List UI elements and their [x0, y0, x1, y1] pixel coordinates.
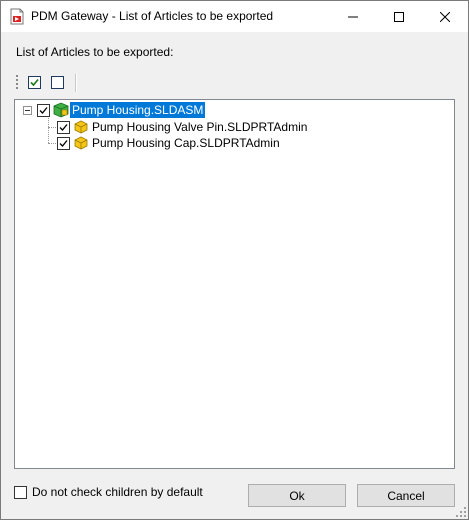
part-icon	[74, 120, 88, 134]
tree-node-label[interactable]: Pump Housing Cap.SLDPRTAdmin	[90, 135, 282, 151]
toolbar-grip-icon[interactable]	[16, 75, 18, 91]
checkmark-icon	[59, 139, 68, 147]
child-checkbox[interactable]	[57, 120, 70, 134]
tree-node-root[interactable]: Pump Housing.SLDASM	[37, 102, 206, 118]
child-checkbox[interactable]	[57, 136, 70, 150]
pdm-gateway-app-icon	[10, 8, 24, 25]
checked-checkbox-icon	[28, 76, 41, 89]
tree-node-label[interactable]: Pump Housing.SLDASM	[70, 102, 206, 118]
checkmark-icon	[39, 106, 48, 114]
close-icon	[440, 11, 450, 22]
no-check-children-option[interactable]: Do not check children by default	[14, 485, 203, 499]
part-icon	[74, 136, 88, 150]
check-all-button[interactable]	[27, 75, 43, 91]
articles-tree[interactable]: Pump Housing.SLDASM Pump Housing Valve P…	[14, 99, 455, 469]
maximize-button[interactable]	[376, 1, 422, 32]
tree-node-child[interactable]: Pump Housing Valve Pin.SLDPRTAdmin	[57, 119, 309, 135]
ok-button[interactable]: Ok	[248, 484, 346, 507]
close-button[interactable]	[422, 1, 468, 32]
tree-connector-line	[48, 116, 49, 143]
uncheck-all-button[interactable]	[50, 75, 66, 91]
toolbar-separator	[75, 74, 77, 92]
tree-toolbar	[13, 71, 83, 95]
maximize-icon	[394, 11, 404, 22]
minimize-icon	[348, 16, 358, 17]
checkmark-icon	[59, 123, 68, 131]
no-check-children-checkbox[interactable]	[14, 485, 27, 499]
unchecked-checkbox-icon	[51, 76, 64, 89]
cancel-button[interactable]: Cancel	[357, 484, 455, 507]
no-check-children-label: Do not check children by default	[32, 485, 203, 499]
window-title: PDM Gateway - List of Articles to be exp…	[31, 9, 274, 23]
tree-collapse-toggle[interactable]	[23, 106, 32, 115]
tree-node-child[interactable]: Pump Housing Cap.SLDPRTAdmin	[57, 135, 282, 151]
root-checkbox[interactable]	[37, 103, 50, 117]
assembly-icon	[53, 102, 69, 118]
dialog-window: PDM Gateway - List of Articles to be exp…	[0, 0, 469, 520]
tree-node-label[interactable]: Pump Housing Valve Pin.SLDPRTAdmin	[90, 119, 309, 135]
resize-grip-icon[interactable]	[456, 507, 466, 517]
title-bar[interactable]: PDM Gateway - List of Articles to be exp…	[1, 1, 468, 32]
articles-list-label: List of Articles to be exported:	[16, 45, 174, 59]
minimize-button[interactable]	[330, 1, 376, 32]
